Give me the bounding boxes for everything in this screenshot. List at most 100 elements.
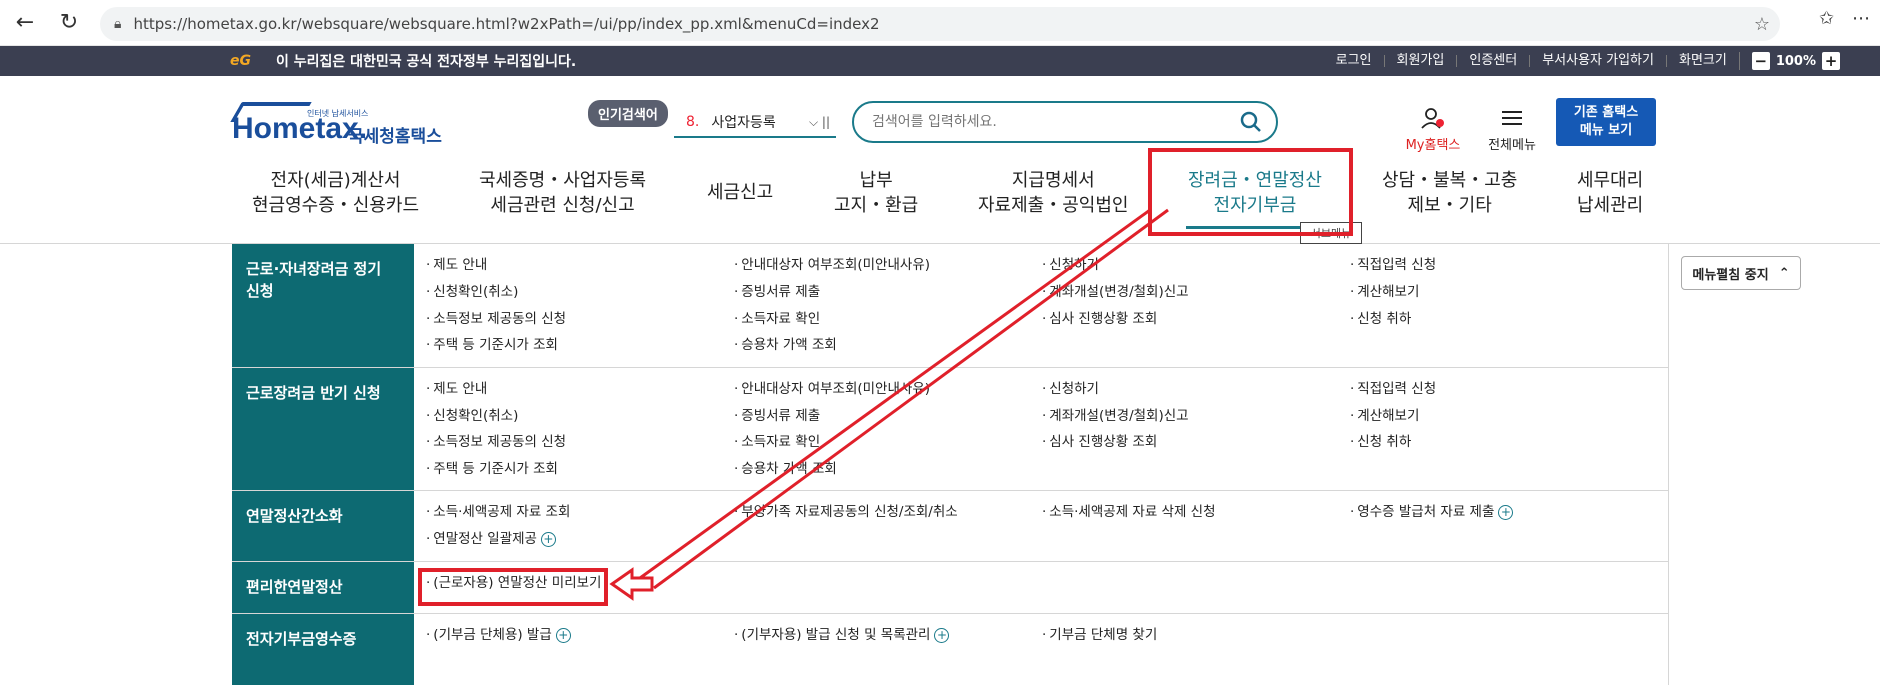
menu-item[interactable]: 신청확인(취소) [426, 403, 734, 429]
menu-item[interactable]: 직접입력 신청 [1350, 252, 1658, 278]
menu-section: 근로·자녀장려금 정기 신청 제도 안내 안내대상자 여부조회(미안내사유) 신… [232, 244, 1668, 368]
menu-item[interactable]: 심사 진행상황 조회 [1042, 429, 1350, 455]
page-margin [0, 244, 232, 685]
chevron-down-icon[interactable]: ⌵ || [809, 115, 830, 130]
zoom-in-button[interactable]: + [1822, 52, 1840, 70]
section-title[interactable]: 근로장려금 반기 신청 [232, 368, 414, 490]
nav-certificate[interactable]: 국세증명・사업자등록 세금관련 신청/신고 [479, 168, 646, 218]
popular-rank: 8. [686, 114, 700, 130]
menu-item-with-expand[interactable]: 연말정산 일괄제공+ [426, 526, 734, 552]
old-menu-button[interactable]: 기존 홈택스 메뉴 보기 [1556, 98, 1656, 146]
menu-item[interactable]: 소득자료 확인 [734, 306, 1042, 332]
menu-item[interactable]: 안내대상자 여부조회(미안내사유) [734, 376, 1042, 402]
menu-item[interactable]: 소득정보 제공동의 신청 [426, 429, 734, 455]
zoom-control: − 100% + [1738, 52, 1840, 70]
nav-payment[interactable]: 납부 고지・환급 [834, 168, 918, 218]
menu-item[interactable]: 신청 취하 [1350, 306, 1658, 332]
signup-link[interactable]: 회원가입 [1383, 54, 1457, 67]
menu-item[interactable]: 제도 안내 [426, 252, 734, 278]
popular-search-ticker[interactable]: 8. 사업자등록 ⌵ || [674, 108, 836, 138]
menu-item[interactable]: 승용차 가액 조회 [734, 332, 1042, 358]
menu-item[interactable]: 신청하기 [1042, 376, 1350, 402]
menu-item[interactable]: 안내대상자 여부조회(미안내사유) [734, 252, 1042, 278]
menu-item[interactable]: 증빙서류 제출 [734, 279, 1042, 305]
menu-item[interactable]: 직접입력 신청 [1350, 376, 1658, 402]
menu-item[interactable]: 소득·세액공제 자료 조회 [426, 499, 734, 525]
gov-banner-text: 이 누리집은 대한민국 공식 전자정부 누리집입니다. [276, 54, 577, 70]
address-bar[interactable]: 🔒︎ https://hometax.go.kr/websquare/websq… [100, 7, 1780, 41]
search-icon[interactable] [1240, 111, 1262, 133]
section-title[interactable]: 전자기부금영수증 [232, 614, 414, 685]
site-info-icon[interactable]: 🔒︎ [114, 16, 121, 32]
old-menu-line1: 기존 홈택스 [1573, 105, 1639, 120]
nav-line2: 제보・기타 [1407, 195, 1492, 216]
login-link[interactable]: 로그인 [1324, 54, 1384, 67]
menu-item[interactable]: 승용차 가액 조회 [734, 456, 1042, 482]
back-icon[interactable]: ← [6, 4, 44, 42]
menu-item[interactable]: 소득자료 확인 [734, 429, 1042, 455]
zoom-level: 100% [1775, 53, 1816, 69]
menu-section: 근로장려금 반기 신청 제도 안내 안내대상자 여부조회(미안내사유) 신청하기… [232, 368, 1668, 491]
cert-center-link[interactable]: 인증센터 [1456, 54, 1529, 67]
menu-item[interactable]: 신청 취하 [1350, 429, 1658, 455]
menu-item[interactable]: 증빙서류 제출 [734, 403, 1042, 429]
menu-item-with-expand[interactable]: (기부금 단체용) 발급+ [426, 622, 734, 648]
menu-item[interactable]: 부양가족 자료제공동의 신청/조회/취소 [734, 499, 1042, 525]
right-panel: 메뉴펼침 중지 ⌃ [1668, 244, 1880, 685]
nav-e-invoice[interactable]: 전자(세금)계산서 현금영수증・신용카드 [252, 168, 419, 218]
site-header: 인터넷 납세서비스 Hometax. 국세청홈택스 인기검색어 8. 사업자등록… [0, 76, 1880, 244]
menu-item[interactable]: 신청하기 [1042, 252, 1350, 278]
menu-item[interactable]: 주택 등 기준시가 조회 [426, 332, 734, 358]
expand-plus-icon[interactable]: + [540, 531, 556, 547]
logo-korean: 국세청홈택스 [348, 127, 442, 147]
nav-consultation[interactable]: 상담・불복・고충 제보・기타 [1382, 168, 1517, 218]
nav-line2: 현금영수증・신용카드 [252, 195, 420, 216]
expand-plus-icon[interactable]: + [1498, 504, 1514, 520]
nav-line2: 세금관련 신청/신고 [490, 195, 635, 216]
my-hometax-button[interactable]: My홈택스 [1398, 106, 1468, 153]
hamburger-icon [1502, 111, 1522, 125]
dept-user-signup-link[interactable]: 부서사용자 가입하기 [1529, 54, 1666, 67]
search-input[interactable] [870, 113, 1210, 131]
favorite-star-icon[interactable]: ☆ [1754, 14, 1770, 35]
section-items: (기부금 단체용) 발급+ (기부자용) 발급 신청 및 목록관리+ 기부금 단… [414, 614, 1668, 685]
menu-item[interactable]: 신청확인(취소) [426, 279, 734, 305]
menu-item-with-expand[interactable]: (기부자용) 발급 신청 및 목록관리+ [734, 622, 1042, 648]
menu-section: 연말정산간소화 소득·세액공제 자료 조회 부양가족 자료제공동의 신청/조회/… [232, 491, 1668, 562]
menu-item-label: 영수증 발급처 자료 제출 [1357, 504, 1495, 520]
nav-line2: 납세관리 [1577, 195, 1644, 216]
submenu-panel: 근로·자녀장려금 정기 신청 제도 안내 안내대상자 여부조회(미안내사유) 신… [232, 244, 1668, 685]
expand-plus-icon[interactable]: + [934, 627, 950, 643]
menu-item[interactable]: 계좌개설(변경/철회)신고 [1042, 279, 1350, 305]
chevron-up-icon: ⌃ [1778, 265, 1790, 281]
menu-expand-stop-button[interactable]: 메뉴펼침 중지 ⌃ [1681, 256, 1801, 290]
section-title[interactable]: 근로·자녀장려금 정기 신청 [232, 244, 414, 367]
menu-item[interactable]: 소득·세액공제 자료 삭제 신청 [1042, 499, 1350, 525]
menu-section: 전자기부금영수증 (기부금 단체용) 발급+ (기부자용) 발급 신청 및 목록… [232, 614, 1668, 685]
menu-item[interactable]: 계좌개설(변경/철회)신고 [1042, 403, 1350, 429]
nav-payment-statement[interactable]: 지급명세서 자료제출・공익법인 [978, 168, 1128, 218]
menu-item[interactable]: 소득정보 제공동의 신청 [426, 306, 734, 332]
menu-item[interactable]: 계산해보기 [1350, 403, 1658, 429]
zoom-out-button[interactable]: − [1751, 52, 1770, 70]
hometax-logo[interactable]: 인터넷 납세서비스 Hometax. 국세청홈택스 [230, 98, 447, 158]
menu-item[interactable]: 기부금 단체명 찾기 [1042, 622, 1350, 648]
section-title[interactable]: 연말정산간소화 [232, 491, 414, 561]
nav-tax-agent[interactable]: 세무대리 납세관리 [1577, 168, 1643, 218]
menu-item[interactable]: 심사 진행상황 조회 [1042, 306, 1350, 332]
favorites-icon[interactable]: ✩ [1819, 8, 1834, 29]
menu-item[interactable]: 제도 안내 [426, 376, 734, 402]
menu-item[interactable]: 주택 등 기준시가 조회 [426, 456, 734, 482]
expand-plus-icon[interactable]: + [555, 627, 571, 643]
nav-tax-return[interactable]: 세금신고 [707, 180, 773, 205]
reload-icon[interactable]: ↻ [50, 4, 88, 42]
main-nav: 전자(세금)계산서 현금영수증・신용카드 국세증명・사업자등록 세금관련 신청/… [232, 168, 1652, 228]
utility-links: 로그인 회원가입 인증센터 부서사용자 가입하기 화면크기 − 100% + [1324, 46, 1840, 76]
all-menu-button[interactable]: 전체메뉴 [1484, 106, 1540, 153]
section-title[interactable]: 편리한연말정산 [232, 562, 414, 613]
nav-line2: 자료제출・공익법인 [978, 195, 1129, 216]
popular-term: 사업자등록 [711, 115, 776, 131]
menu-item[interactable]: 계산해보기 [1350, 279, 1658, 305]
menu-item-with-expand[interactable]: 영수증 발급처 자료 제출+ [1350, 499, 1658, 525]
more-icon[interactable]: ⋯ [1852, 8, 1870, 29]
